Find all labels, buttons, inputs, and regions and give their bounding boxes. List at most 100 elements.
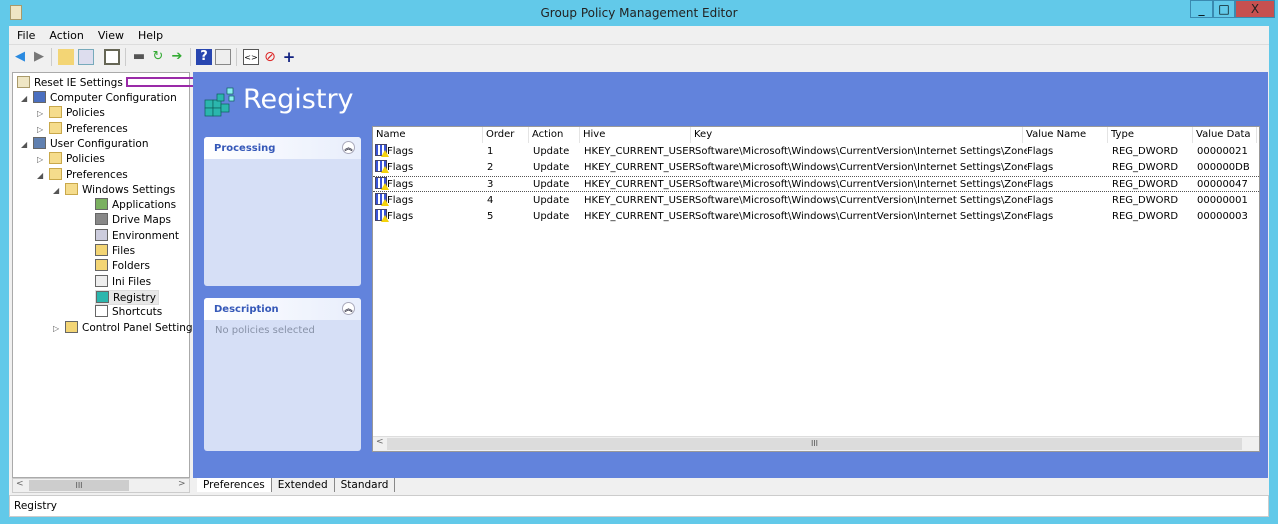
registry-table: Name Order Action Hive Key Value Name Type Valu… — [372, 126, 1260, 452]
column-header-name[interactable]: Name — [373, 127, 483, 143]
table-cell: Update — [533, 144, 584, 160]
tab-extended[interactable]: Extended — [272, 478, 335, 492]
scroll-thumb[interactable]: III — [387, 438, 1242, 450]
column-header-order[interactable]: Order — [483, 127, 529, 143]
back-icon[interactable]: ◀ — [12, 49, 28, 65]
column-header-value-name[interactable]: Value Name — [1023, 127, 1108, 143]
tree-item-preferences[interactable]: Preferences — [49, 121, 128, 137]
table-row[interactable]: Flags 4 Update HKEY_CURRENT_USER Software\Mi… — [373, 192, 1261, 209]
tree-horizontal-scrollbar[interactable]: < III > — [12, 478, 190, 493]
drive-icon — [95, 213, 108, 226]
table-row[interactable]: Flags 2 Update HKEY_CURRENT_USER Software\Mi… — [373, 160, 1259, 176]
cell-hive: HKEY_CURRENT_USER — [584, 210, 695, 222]
cell-name: Flags — [387, 146, 414, 157]
tab-standard[interactable]: Standard — [335, 478, 396, 492]
table-cell: Flags — [1027, 193, 1112, 209]
add-icon[interactable]: + — [281, 49, 297, 65]
cell-value-name: Flags — [1027, 162, 1054, 174]
tree-item-windows-settings[interactable]: Windows Settings — [65, 182, 175, 198]
table-cell: Software\Microsoft\Windows\CurrentVersio… — [695, 144, 1027, 160]
cell-value-name: Flags — [1027, 210, 1054, 222]
tree-panel: Reset IE Settings ◢ Computer Configuratio… — [12, 72, 202, 478]
menu-file[interactable]: File — [9, 26, 41, 42]
tab-preferences[interactable]: Preferences — [197, 478, 272, 492]
minimize-button[interactable]: _ — [1190, 0, 1213, 18]
tree-item-label: Applications — [112, 199, 177, 212]
expanded-arrow-icon[interactable]: ◢ — [37, 171, 47, 180]
refresh-icon[interactable]: ↻ — [150, 49, 166, 65]
column-header-key[interactable]: Key — [691, 127, 1023, 143]
clipboard-icon[interactable] — [104, 49, 120, 65]
cell-hive: HKEY_CURRENT_USER — [584, 179, 695, 191]
scroll-thumb[interactable]: III — [29, 480, 129, 491]
tree-root[interactable]: Reset IE Settings — [17, 76, 202, 91]
cell-value-name: Flags — [1027, 194, 1054, 206]
help-icon[interactable]: ? — [196, 49, 212, 65]
table-header: Name Order Action Hive Key Value Name Type Valu… — [373, 127, 1259, 143]
tree-item-label: Preferences — [66, 168, 128, 181]
collapsed-arrow-icon[interactable]: ▷ — [37, 155, 47, 164]
expanded-arrow-icon[interactable]: ◢ — [21, 140, 31, 149]
description-text: No policies selected — [215, 325, 315, 336]
tree-item-environment[interactable]: Environment — [95, 228, 179, 244]
tree-item-registry[interactable]: Registry — [95, 289, 159, 305]
table-row[interactable]: Flags 3 Update HKEY_CURRENT_USER Software\Mi… — [373, 176, 1259, 193]
cell-name: Flags — [387, 210, 414, 222]
export-icon[interactable]: ➔ — [169, 49, 185, 65]
tree-item-ini-files[interactable]: Ini Files — [95, 274, 151, 290]
tree-item-policies[interactable]: Policies — [49, 106, 105, 121]
computer-icon — [33, 91, 46, 103]
expanded-arrow-icon[interactable]: ◢ — [53, 186, 63, 195]
forward-icon[interactable]: ▶ — [31, 49, 47, 65]
description-panel: Description ︽ No policies selected — [204, 298, 361, 451]
table-cell: REG_DWORD — [1112, 209, 1197, 225]
menu-help[interactable]: Help — [130, 26, 169, 42]
table-row[interactable]: Flags 1 Update HKEY_CURRENT_USER Software\Mi… — [373, 144, 1259, 160]
tree-item-policies[interactable]: Policies — [49, 152, 105, 167]
table-cell: Update — [533, 209, 584, 225]
tree-item-drive-maps[interactable]: Drive Maps — [95, 213, 171, 228]
column-header-action[interactable]: Action — [529, 127, 580, 143]
show-hide-tree-icon[interactable] — [78, 49, 94, 65]
table-cell: 000000DB — [1197, 160, 1261, 176]
cell-name: Flags — [387, 162, 414, 174]
table-cell: 00000001 — [1197, 193, 1261, 209]
tree-item-user-configuration[interactable]: User Configuration — [33, 136, 149, 152]
tree-item-computer-configuration[interactable]: Computer Configuration — [33, 91, 177, 106]
close-button[interactable]: X — [1235, 0, 1275, 18]
table-horizontal-scrollbar[interactable]: < III — [373, 436, 1259, 451]
column-header-type[interactable]: Type — [1108, 127, 1193, 143]
tree-item-label: Registry — [113, 291, 156, 304]
maximize-button[interactable]: □ — [1213, 0, 1235, 18]
column-header-value-data[interactable]: Value Data — [1193, 127, 1257, 143]
menu-view[interactable]: View — [90, 26, 130, 42]
cell-type: REG_DWORD — [1112, 162, 1179, 174]
collapsed-arrow-icon[interactable]: ▷ — [37, 109, 47, 118]
tree-item-folders[interactable]: Folders — [95, 259, 150, 274]
rename-input[interactable] — [125, 77, 202, 87]
tree-item-shortcuts[interactable]: Shortcuts — [95, 305, 162, 320]
tree-item-files[interactable]: Files — [95, 244, 135, 259]
expanded-arrow-icon[interactable]: ◢ — [21, 94, 31, 103]
xml-icon[interactable]: <> — [243, 49, 259, 65]
up-folder-icon[interactable] — [58, 49, 74, 65]
properties-icon[interactable] — [215, 49, 231, 65]
collapse-chevron-icon[interactable]: ︽ — [342, 141, 355, 154]
menu-action[interactable]: Action — [41, 26, 89, 42]
print-icon[interactable]: ▬ — [131, 49, 147, 65]
collapsed-arrow-icon[interactable]: ▷ — [37, 125, 47, 134]
cell-order: 2 — [487, 162, 494, 174]
cell-order: 4 — [487, 194, 494, 206]
delete-icon[interactable]: ⊘ — [262, 49, 278, 65]
collapse-chevron-icon[interactable]: ︽ — [342, 302, 355, 315]
cell-hive: HKEY_CURRENT_USER — [584, 146, 695, 157]
collapsed-arrow-icon[interactable]: ▷ — [53, 324, 63, 333]
column-header-hive[interactable]: Hive — [580, 127, 691, 143]
tree-item-control-panel-settings[interactable]: Control Panel Settings — [65, 320, 198, 336]
tree-item-label: Files — [112, 245, 136, 257]
tree-item-label: User Configuration — [50, 137, 149, 150]
table-row[interactable]: Flags 5 Update HKEY_CURRENT_USER Software\Mi… — [373, 208, 1259, 225]
cell-value-data: 00000021 — [1197, 146, 1248, 157]
tree-item-preferences[interactable]: Preferences — [49, 167, 128, 183]
tree-item-applications[interactable]: Applications — [95, 198, 176, 213]
